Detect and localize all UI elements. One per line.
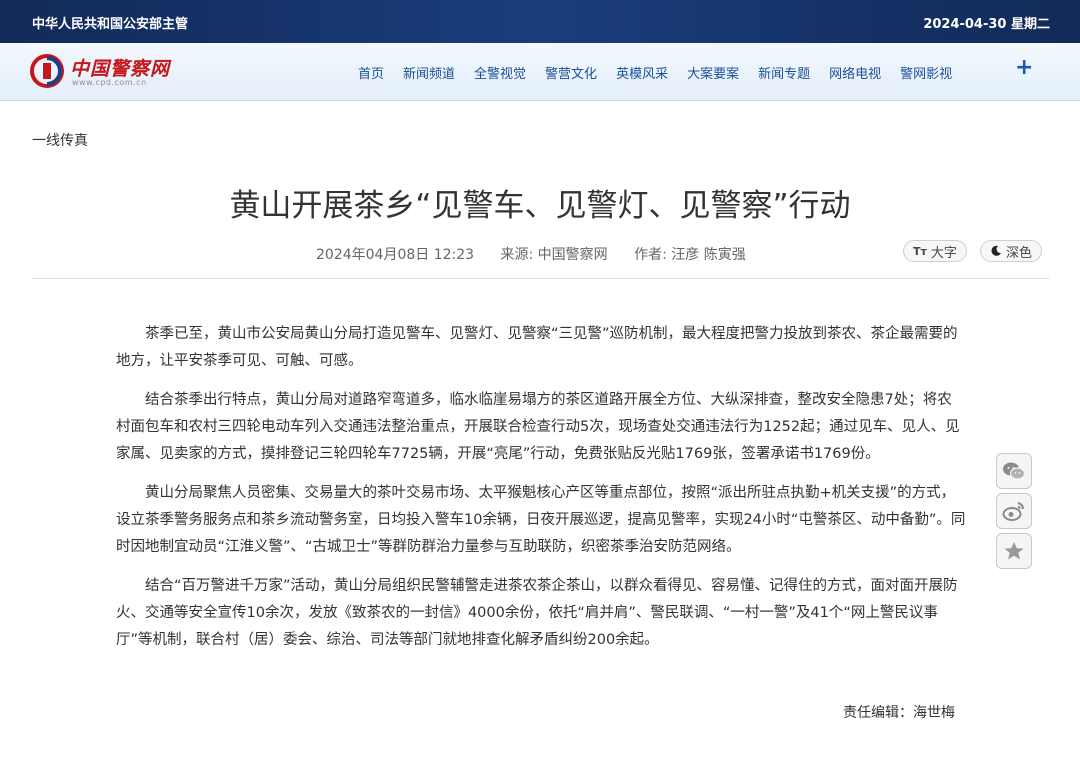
dark-mode-label: 深色 bbox=[1006, 245, 1033, 261]
current-date: 2024-04-30 星期二 bbox=[923, 17, 1050, 32]
navigation-bar: 中国警察网 www.cpd.com.cn 首页 新闻频道 全警视觉 警营文化 英… bbox=[0, 43, 1080, 101]
nav-item-film[interactable]: 警网影视 bbox=[900, 63, 952, 82]
article-datetime: 2024年04月08日 12:23 bbox=[316, 247, 475, 263]
section-label[interactable]: 一线传真 bbox=[32, 130, 88, 150]
article-source: 来源: 中国警察网 bbox=[500, 247, 608, 263]
responsible-editor: 责任编辑：海世梅 bbox=[843, 705, 955, 721]
nav-item-news[interactable]: 新闻频道 bbox=[403, 63, 455, 82]
nav-item-visual[interactable]: 全警视觉 bbox=[474, 63, 526, 82]
logo-mark-icon bbox=[30, 54, 64, 88]
nav-item-cases[interactable]: 大案要案 bbox=[687, 63, 739, 82]
weibo-icon bbox=[1002, 502, 1025, 521]
article-paragraph: 结合“百万警进千万家”活动，黄山分局组织民警辅警走进茶农茶企茶山，以群众看得见、… bbox=[116, 578, 958, 648]
main-nav: 首页 新闻频道 全警视觉 警营文化 英模风采 大案要案 新闻专题 网络电视 警网… bbox=[358, 63, 971, 82]
article-title: 黄山开展茶乡“见警车、见警灯、见警察”行动 bbox=[229, 188, 851, 224]
wechat-icon bbox=[1003, 462, 1026, 480]
nav-item-home[interactable]: 首页 bbox=[358, 63, 384, 82]
logo-url: www.cpd.com.cn bbox=[72, 78, 147, 87]
site-logo[interactable]: 中国警察网 www.cpd.com.cn bbox=[30, 54, 180, 90]
favorite-button[interactable] bbox=[996, 533, 1032, 569]
header-divider bbox=[32, 278, 1049, 279]
article-paragraph: 黄山分局聚焦人员密集、交易量大的茶叶交易市场、太平猴魁核心产区等重点部位，按照“… bbox=[116, 485, 966, 555]
dark-mode-button[interactable]: 深色 bbox=[980, 240, 1043, 262]
nav-item-tv[interactable]: 网络电视 bbox=[829, 63, 881, 82]
large-font-button[interactable]: Tт 大字 bbox=[903, 240, 967, 262]
article-body: 茶季已至，黄山市公安局黄山分局打造见警车、见警灯、见警察“三见警”巡防机制，最大… bbox=[116, 321, 966, 666]
share-weibo-button[interactable] bbox=[996, 493, 1032, 529]
article-paragraph: 茶季已至，黄山市公安局黄山分局打造见警车、见警灯、见警察“三见警”巡防机制，最大… bbox=[116, 326, 958, 369]
authority-text: 中华人民共和国公安部主管 bbox=[32, 17, 189, 32]
article-paragraph: 结合茶季出行特点，黄山分局对道路窄弯道多，临水临崖易塌方的茶区道路开展全方位、大… bbox=[116, 392, 960, 462]
top-bar: 中华人民共和国公安部主管 2024-04-30 星期二 bbox=[0, 0, 1080, 43]
nav-more-button[interactable]: + bbox=[1015, 57, 1033, 79]
star-icon bbox=[1004, 542, 1024, 560]
nav-item-topics[interactable]: 新闻专题 bbox=[758, 63, 810, 82]
font-size-icon: Tт bbox=[913, 244, 927, 258]
article-meta: 2024年04月08日 12:23 来源: 中国警察网 作者: 汪彦 陈寅强 bbox=[316, 244, 768, 264]
nav-item-heroes[interactable]: 英模风采 bbox=[616, 63, 668, 82]
article-author: 作者: 汪彦 陈寅强 bbox=[634, 247, 746, 263]
share-wechat-button[interactable] bbox=[996, 453, 1032, 489]
moon-icon bbox=[991, 245, 1001, 256]
nav-item-culture[interactable]: 警营文化 bbox=[545, 63, 597, 82]
large-font-label: 大字 bbox=[930, 245, 957, 261]
logo-name: 中国警察网 bbox=[70, 58, 171, 80]
